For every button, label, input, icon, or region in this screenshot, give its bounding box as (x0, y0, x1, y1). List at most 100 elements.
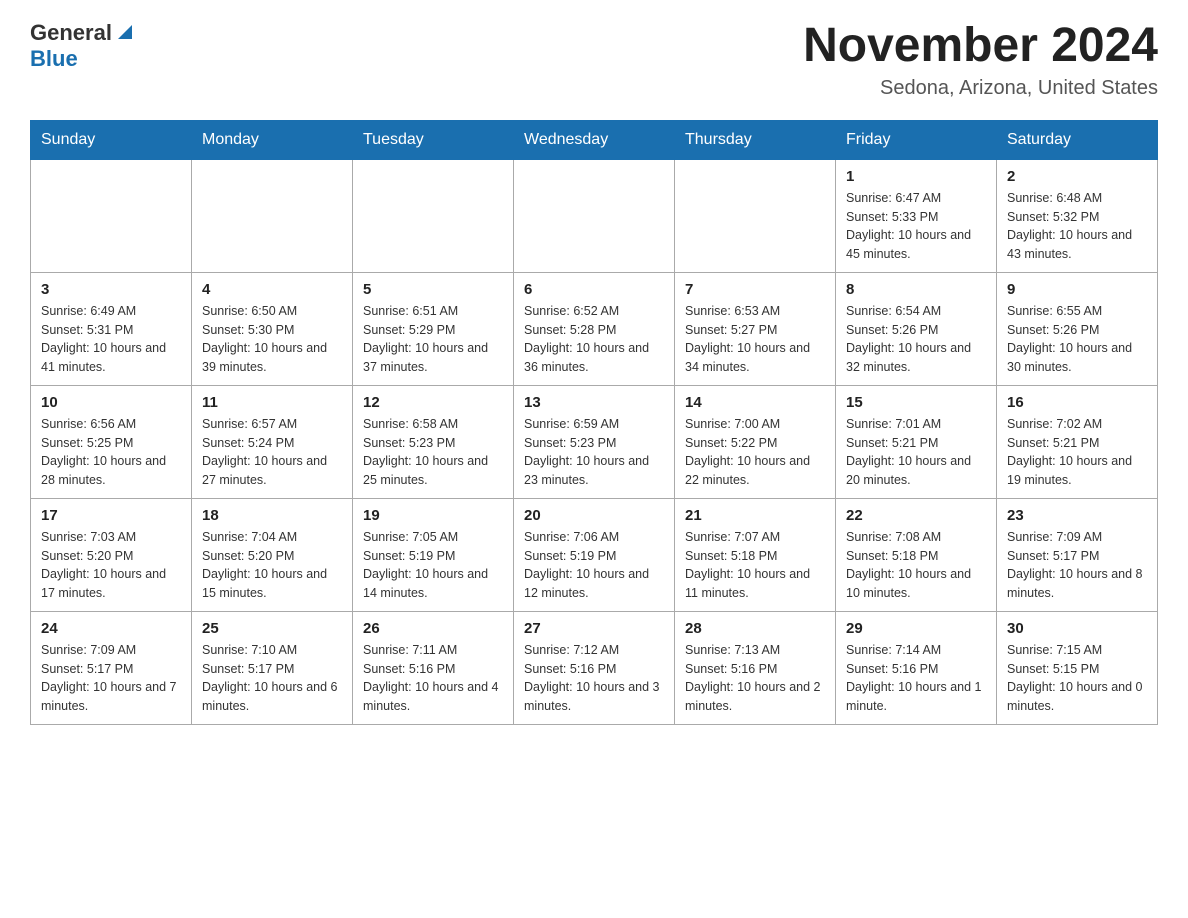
day-info: Sunrise: 7:10 AM Sunset: 5:17 PM Dayligh… (202, 641, 342, 716)
day-info: Sunrise: 7:02 AM Sunset: 5:21 PM Dayligh… (1007, 415, 1147, 490)
day-info: Sunrise: 7:05 AM Sunset: 5:19 PM Dayligh… (363, 528, 503, 603)
day-number: 3 (41, 281, 181, 298)
day-info: Sunrise: 6:48 AM Sunset: 5:32 PM Dayligh… (1007, 189, 1147, 264)
logo-triangle-icon (114, 21, 136, 43)
calendar-cell: 19 Sunrise: 7:05 AM Sunset: 5:19 PM Dayli… (353, 498, 514, 611)
day-number: 8 (846, 281, 986, 298)
day-number: 7 (685, 281, 825, 298)
day-number: 30 (1007, 620, 1147, 637)
day-number: 25 (202, 620, 342, 637)
day-number: 9 (1007, 281, 1147, 298)
calendar-cell: 21Sunrise: 7:07 AM Sunset: 5:18 PM Dayli… (675, 498, 836, 611)
day-number: 26 (363, 620, 503, 637)
logo-blue-text: Blue (30, 46, 78, 72)
calendar-cell: 18 Sunrise: 7:04 AM Sunset: 5:20 PM Dayli… (192, 498, 353, 611)
day-info: Sunrise: 7:07 AM Sunset: 5:18 PM Dayligh… (685, 528, 825, 603)
calendar-day-header: Thursday (675, 120, 836, 159)
day-info: Sunrise: 6:51 AM Sunset: 5:29 PM Dayligh… (363, 302, 503, 377)
calendar-cell: 29Sunrise: 7:14 AM Sunset: 5:16 PM Dayli… (836, 611, 997, 724)
day-number: 10 (41, 394, 181, 411)
page-header: General Blue November 2024 Sedona, Arizo… (30, 20, 1158, 100)
calendar-cell (192, 159, 353, 272)
day-number: 22 (846, 507, 986, 524)
day-number: 1 (846, 168, 986, 185)
day-number: 6 (524, 281, 664, 298)
calendar-cell: 3 Sunrise: 6:49 AM Sunset: 5:31 PM Daylig… (31, 272, 192, 385)
day-info: Sunrise: 7:11 AM Sunset: 5:16 PM Dayligh… (363, 641, 503, 716)
calendar-day-header: Monday (192, 120, 353, 159)
day-info: Sunrise: 7:09 AM Sunset: 5:17 PM Dayligh… (1007, 528, 1147, 603)
calendar-cell: 13 Sunrise: 6:59 AM Sunset: 5:23 PM Dayli… (514, 385, 675, 498)
calendar-cell: 27Sunrise: 7:12 AM Sunset: 5:16 PM Dayli… (514, 611, 675, 724)
day-number: 24 (41, 620, 181, 637)
logo: General Blue (30, 20, 136, 72)
day-info: Sunrise: 6:59 AM Sunset: 5:23 PM Dayligh… (524, 415, 664, 490)
calendar-day-header: Wednesday (514, 120, 675, 159)
calendar-cell (31, 159, 192, 272)
calendar-cell: 5 Sunrise: 6:51 AM Sunset: 5:29 PM Daylig… (353, 272, 514, 385)
day-number: 16 (1007, 394, 1147, 411)
day-info: Sunrise: 6:47 AM Sunset: 5:33 PM Dayligh… (846, 189, 986, 264)
calendar-cell: 26 Sunrise: 7:11 AM Sunset: 5:16 PM Dayli… (353, 611, 514, 724)
calendar-cell: 20Sunrise: 7:06 AM Sunset: 5:19 PM Dayli… (514, 498, 675, 611)
day-number: 11 (202, 394, 342, 411)
day-info: Sunrise: 7:14 AM Sunset: 5:16 PM Dayligh… (846, 641, 986, 716)
title-block: November 2024 Sedona, Arizona, United St… (803, 20, 1158, 100)
calendar-cell: 16 Sunrise: 7:02 AM Sunset: 5:21 PM Dayli… (997, 385, 1158, 498)
day-info: Sunrise: 7:01 AM Sunset: 5:21 PM Dayligh… (846, 415, 986, 490)
calendar-header-row: SundayMondayTuesdayWednesdayThursdayFrid… (31, 120, 1158, 159)
calendar-cell: 2 Sunrise: 6:48 AM Sunset: 5:32 PM Daylig… (997, 159, 1158, 272)
calendar-cell: 14 Sunrise: 7:00 AM Sunset: 5:22 PM Dayli… (675, 385, 836, 498)
day-number: 18 (202, 507, 342, 524)
day-number: 4 (202, 281, 342, 298)
calendar-cell: 12 Sunrise: 6:58 AM Sunset: 5:23 PM Dayli… (353, 385, 514, 498)
day-info: Sunrise: 6:54 AM Sunset: 5:26 PM Dayligh… (846, 302, 986, 377)
calendar-cell (675, 159, 836, 272)
calendar-cell: 24 Sunrise: 7:09 AM Sunset: 5:17 PM Dayli… (31, 611, 192, 724)
calendar-week-row: 10Sunrise: 6:56 AM Sunset: 5:25 PM Dayli… (31, 385, 1158, 498)
calendar-cell: 6 Sunrise: 6:52 AM Sunset: 5:28 PM Daylig… (514, 272, 675, 385)
day-number: 14 (685, 394, 825, 411)
calendar-week-row: 1 Sunrise: 6:47 AM Sunset: 5:33 PM Daylig… (31, 159, 1158, 272)
calendar-week-row: 24 Sunrise: 7:09 AM Sunset: 5:17 PM Dayli… (31, 611, 1158, 724)
calendar-cell (353, 159, 514, 272)
day-info: Sunrise: 6:50 AM Sunset: 5:30 PM Dayligh… (202, 302, 342, 377)
day-number: 12 (363, 394, 503, 411)
calendar-cell: 7 Sunrise: 6:53 AM Sunset: 5:27 PM Daylig… (675, 272, 836, 385)
calendar-cell: 9 Sunrise: 6:55 AM Sunset: 5:26 PM Daylig… (997, 272, 1158, 385)
calendar-week-row: 3 Sunrise: 6:49 AM Sunset: 5:31 PM Daylig… (31, 272, 1158, 385)
calendar-cell: 15 Sunrise: 7:01 AM Sunset: 5:21 PM Dayli… (836, 385, 997, 498)
day-number: 20 (524, 507, 664, 524)
day-number: 28 (685, 620, 825, 637)
calendar-cell: 17Sunrise: 7:03 AM Sunset: 5:20 PM Dayli… (31, 498, 192, 611)
day-info: Sunrise: 6:49 AM Sunset: 5:31 PM Dayligh… (41, 302, 181, 377)
day-info: Sunrise: 7:09 AM Sunset: 5:17 PM Dayligh… (41, 641, 181, 716)
day-info: Sunrise: 6:58 AM Sunset: 5:23 PM Dayligh… (363, 415, 503, 490)
day-number: 17 (41, 507, 181, 524)
day-info: Sunrise: 7:13 AM Sunset: 5:16 PM Dayligh… (685, 641, 825, 716)
calendar-cell: 4 Sunrise: 6:50 AM Sunset: 5:30 PM Daylig… (192, 272, 353, 385)
calendar-day-header: Sunday (31, 120, 192, 159)
day-number: 19 (363, 507, 503, 524)
day-number: 13 (524, 394, 664, 411)
day-info: Sunrise: 6:57 AM Sunset: 5:24 PM Dayligh… (202, 415, 342, 490)
day-info: Sunrise: 6:52 AM Sunset: 5:28 PM Dayligh… (524, 302, 664, 377)
day-number: 23 (1007, 507, 1147, 524)
logo-general-text: General (30, 20, 112, 46)
day-info: Sunrise: 6:53 AM Sunset: 5:27 PM Dayligh… (685, 302, 825, 377)
calendar-cell: 10Sunrise: 6:56 AM Sunset: 5:25 PM Dayli… (31, 385, 192, 498)
calendar-cell: 8 Sunrise: 6:54 AM Sunset: 5:26 PM Daylig… (836, 272, 997, 385)
calendar-cell: 23 Sunrise: 7:09 AM Sunset: 5:17 PM Dayli… (997, 498, 1158, 611)
day-number: 2 (1007, 168, 1147, 185)
day-info: Sunrise: 6:55 AM Sunset: 5:26 PM Dayligh… (1007, 302, 1147, 377)
day-info: Sunrise: 7:04 AM Sunset: 5:20 PM Dayligh… (202, 528, 342, 603)
calendar-table: SundayMondayTuesdayWednesdayThursdayFrid… (30, 120, 1158, 725)
calendar-day-header: Saturday (997, 120, 1158, 159)
day-number: 15 (846, 394, 986, 411)
day-info: Sunrise: 7:00 AM Sunset: 5:22 PM Dayligh… (685, 415, 825, 490)
day-info: Sunrise: 7:08 AM Sunset: 5:18 PM Dayligh… (846, 528, 986, 603)
day-info: Sunrise: 7:15 AM Sunset: 5:15 PM Dayligh… (1007, 641, 1147, 716)
calendar-cell: 22 Sunrise: 7:08 AM Sunset: 5:18 PM Dayli… (836, 498, 997, 611)
calendar-cell: 28 Sunrise: 7:13 AM Sunset: 5:16 PM Dayli… (675, 611, 836, 724)
day-number: 5 (363, 281, 503, 298)
